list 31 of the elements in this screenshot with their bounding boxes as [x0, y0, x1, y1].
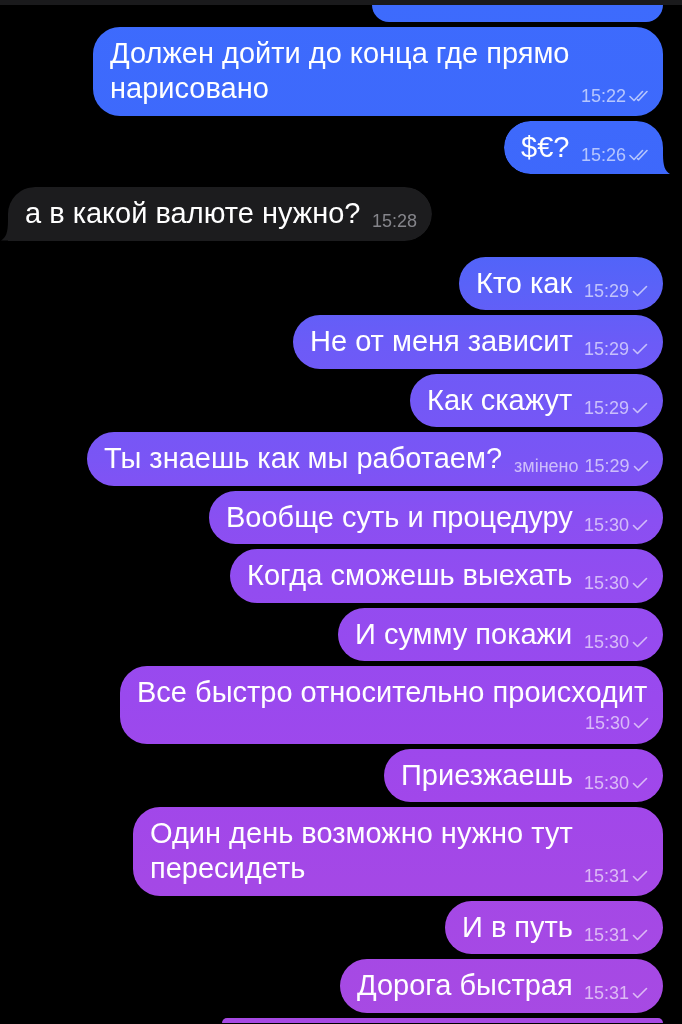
message-text: Как скажут: [427, 382, 574, 418]
message-text: Не от меня зависит: [310, 324, 574, 359]
message-text: И в путь: [462, 909, 574, 945]
message-time: 15:30: [584, 713, 630, 733]
message-time: 15:30: [584, 631, 630, 652]
message-text: Все быстро относительно происходит: [137, 675, 649, 710]
message-time: 15:31: [584, 866, 630, 886]
edited-label: змінено: [514, 456, 579, 476]
message-time: 15:31: [584, 924, 630, 945]
message-text: Дорога быстрая: [357, 968, 574, 1003]
message-text: а в какой валюте нужно?: [25, 196, 362, 231]
message-time: 15:29: [584, 397, 630, 418]
message-text: Один день возможно нужно тут пересидеть: [150, 816, 574, 886]
message-text: И сумму покажи: [355, 616, 574, 652]
message-time: 15:29: [584, 456, 630, 476]
message-time: 15:30: [584, 573, 630, 593]
message-time: 15:30: [584, 514, 630, 535]
message-time: 15:29: [584, 339, 630, 359]
message-text: Когда сможешь выехать: [247, 558, 574, 593]
message-text: Ты знаешь как мы работаем?: [104, 441, 503, 476]
message-time: 15:29: [584, 280, 630, 301]
message-time: 15:30: [584, 772, 630, 793]
message-text: $€?: [521, 129, 571, 165]
message-text: Должен дойти до конца где прямо нарисовано: [110, 36, 571, 106]
message-time: 15:22: [581, 86, 627, 106]
message-text: Приезжаешь: [401, 757, 574, 793]
message-time: 15:26: [581, 144, 627, 165]
message-time: 15:28: [372, 211, 418, 231]
message-text: Вообще суть и процедуру: [226, 499, 574, 535]
message-time: 15:31: [584, 983, 630, 1003]
message-text: Кто как: [476, 265, 574, 301]
